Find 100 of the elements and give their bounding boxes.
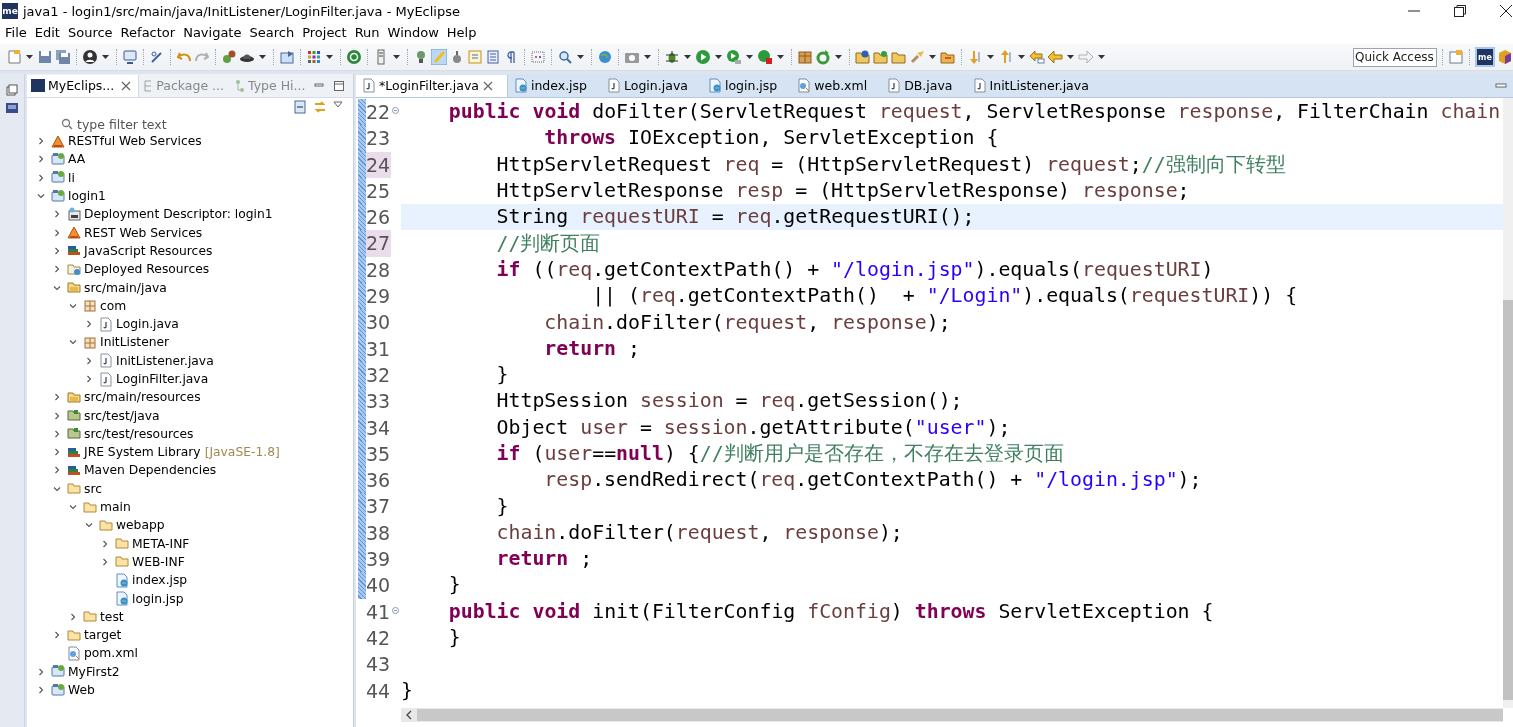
chevron-icon[interactable] xyxy=(85,375,93,383)
play-icon[interactable] xyxy=(726,49,742,65)
chevron-icon[interactable] xyxy=(101,539,109,548)
restore-icon[interactable] xyxy=(1453,4,1467,18)
dotted-box-icon[interactable] xyxy=(530,49,546,65)
window-icon[interactable] xyxy=(279,49,295,65)
tree-item[interactable]: LoginFilter.java xyxy=(116,372,209,386)
menu-item[interactable]: Source xyxy=(66,24,118,40)
editor-tab[interactable]: Login.java xyxy=(601,74,702,97)
menu-item[interactable]: Window xyxy=(386,24,444,40)
tree-item[interactable]: target xyxy=(84,628,122,643)
tree-item[interactable]: test xyxy=(100,609,124,624)
arrow-icon[interactable] xyxy=(1029,49,1045,65)
editor-tab[interactable]: index.jsp xyxy=(507,74,602,97)
chevron-icon[interactable] xyxy=(53,631,61,640)
tree-item[interactable]: login.jsp xyxy=(132,591,184,606)
close-icon[interactable] xyxy=(1499,4,1513,18)
chevron-icon[interactable] xyxy=(85,521,93,530)
horizontal-scrollbar[interactable] xyxy=(401,708,1503,722)
collapse-all-icon[interactable] xyxy=(293,100,307,114)
menu-item[interactable]: Edit xyxy=(33,24,65,40)
tree-item[interactable]: AA xyxy=(68,152,86,167)
editor-tab[interactable]: *LoginFilter.java xyxy=(356,74,508,97)
chevron-icon[interactable] xyxy=(53,246,61,255)
tree-item[interactable]: JavaScript Resources xyxy=(84,243,213,258)
maximize-icon[interactable] xyxy=(333,79,345,92)
tree-item[interactable]: Maven Dependencies xyxy=(84,463,217,478)
tree-item[interactable]: REST Web Services xyxy=(84,225,203,240)
chevron-icon[interactable] xyxy=(37,137,45,146)
view-tab[interactable]: MyEclips... xyxy=(27,74,140,97)
menu-item[interactable]: Refactor xyxy=(119,24,181,40)
chevron-icon[interactable] xyxy=(37,686,45,695)
tree-item[interactable]: src/test/java xyxy=(84,408,160,423)
tree-item[interactable]: pom.xml xyxy=(84,646,138,661)
search-icon[interactable] xyxy=(557,49,573,65)
menu-item[interactable]: Run xyxy=(353,24,385,40)
tree-item[interactable]: InitListener.java xyxy=(116,353,214,368)
save-icon[interactable] xyxy=(55,49,71,65)
fold-icon[interactable] xyxy=(392,606,400,614)
cube-icon[interactable] xyxy=(1497,49,1513,65)
chevron-icon[interactable] xyxy=(69,301,77,310)
tree-item[interactable]: main xyxy=(100,500,131,515)
folder-icon[interactable] xyxy=(940,49,956,65)
chevron-icon[interactable] xyxy=(53,265,61,274)
chevron-icon[interactable] xyxy=(69,338,77,347)
tree-item[interactable]: Deployment Descriptor: login1 xyxy=(84,207,273,222)
play-icon[interactable] xyxy=(695,49,711,65)
folder-icon[interactable] xyxy=(873,49,889,65)
tree-item[interactable]: src/main/resources xyxy=(84,390,201,405)
menu-item[interactable]: File xyxy=(4,24,32,40)
menu-item[interactable]: Help xyxy=(445,24,482,40)
tree-item[interactable]: src/test/resources xyxy=(84,426,194,441)
menu-item[interactable]: Project xyxy=(301,24,352,40)
vertical-scrollbar[interactable] xyxy=(1503,98,1513,708)
fold-icon[interactable] xyxy=(392,107,400,114)
chevron-icon[interactable] xyxy=(53,448,61,457)
chevron-icon[interactable] xyxy=(85,320,93,329)
tree-item[interactable]: src/main/java xyxy=(84,280,167,295)
tree-item[interactable]: META-INF xyxy=(132,536,190,551)
chevron-icon[interactable] xyxy=(37,192,45,201)
editor-tab[interactable]: login.jsp xyxy=(701,74,792,97)
chevron-icon[interactable] xyxy=(85,356,93,365)
menu-item[interactable]: Search xyxy=(248,24,300,40)
monitor-icon[interactable] xyxy=(122,49,138,65)
chevron-icon[interactable] xyxy=(53,466,61,475)
folder-icon[interactable] xyxy=(891,49,907,65)
tree-item[interactable]: Web xyxy=(68,683,95,698)
chevron-icon[interactable] xyxy=(37,155,45,164)
tree-item[interactable]: webapp xyxy=(116,518,165,533)
tree-item[interactable]: InitListener xyxy=(100,335,170,350)
folder-icon[interactable] xyxy=(855,49,871,65)
tree-item[interactable]: src xyxy=(84,481,102,496)
quick-access-field[interactable]: Quick Access xyxy=(1353,47,1437,67)
editor-tab[interactable]: InitListener.java xyxy=(966,74,1103,97)
chevron-icon[interactable] xyxy=(69,503,77,512)
tree-item[interactable]: Login.java xyxy=(116,317,179,332)
person-icon[interactable] xyxy=(82,49,98,65)
grid-icon[interactable] xyxy=(306,49,322,65)
tree-item[interactable]: li xyxy=(68,170,75,185)
menu-item[interactable]: Navigate xyxy=(182,24,247,40)
circle-icon[interactable] xyxy=(346,49,362,65)
tree-item[interactable]: index.jsp xyxy=(132,573,188,588)
chevron-icon[interactable] xyxy=(101,557,109,566)
stop-icon[interactable] xyxy=(757,49,773,65)
box-icon[interactable] xyxy=(797,49,813,65)
pen-icon[interactable] xyxy=(149,49,165,65)
tree-item[interactable]: RESTful Web Services xyxy=(68,134,202,149)
chevron-icon[interactable] xyxy=(53,484,61,493)
tree-item[interactable]: JRE System Library xyxy=(84,445,201,460)
tree-item[interactable]: login1 xyxy=(68,189,106,204)
editor-tab[interactable]: web.xml xyxy=(791,74,882,97)
tree-item[interactable]: MyFirst2 xyxy=(68,664,120,679)
chevron-icon[interactable] xyxy=(53,429,61,438)
save-icon[interactable] xyxy=(37,49,53,65)
tree-item[interactable]: com xyxy=(100,298,127,313)
chevron-icon[interactable] xyxy=(53,393,61,402)
tree-item[interactable]: WEB-INF xyxy=(132,554,185,569)
editor-tab[interactable]: DB.java xyxy=(881,74,967,97)
chevron-icon[interactable] xyxy=(53,411,61,420)
chevron-icon[interactable] xyxy=(53,228,61,237)
